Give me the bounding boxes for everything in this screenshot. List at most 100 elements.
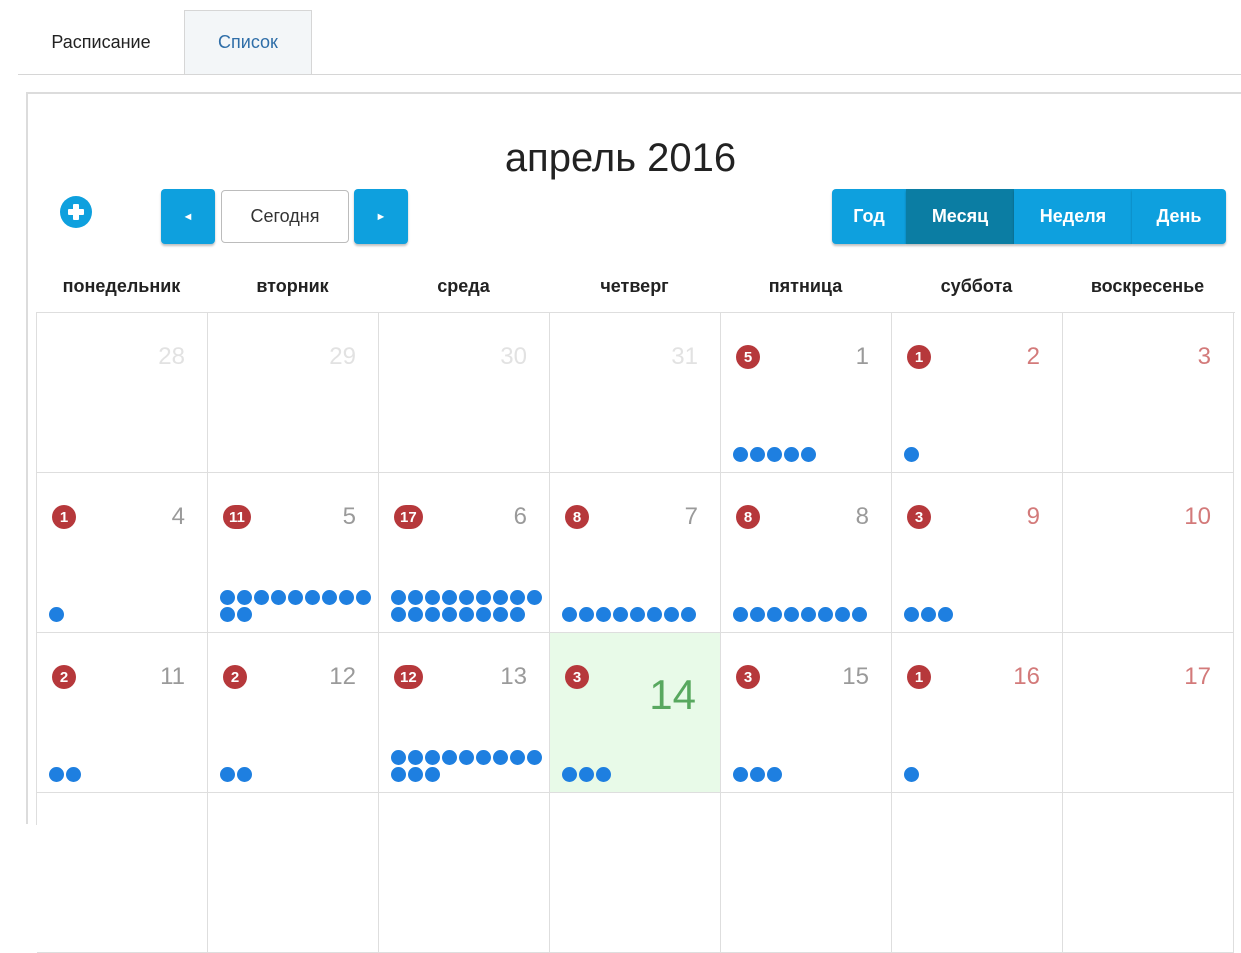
event-dot[interactable] [510, 607, 525, 622]
event-dot[interactable] [339, 590, 354, 605]
event-dot[interactable] [681, 607, 696, 622]
event-dot[interactable] [459, 750, 474, 765]
next-button[interactable]: ► [354, 189, 408, 244]
event-dot[interactable] [527, 590, 542, 605]
day-cell[interactable]: 31 [550, 313, 721, 473]
event-dot[interactable] [442, 750, 457, 765]
event-dot[interactable] [391, 607, 406, 622]
event-dot[interactable] [476, 590, 491, 605]
view-day-button[interactable]: День [1132, 189, 1226, 244]
event-count-badge[interactable]: 1 [907, 665, 931, 689]
event-dot[interactable] [596, 767, 611, 782]
event-dot[interactable] [733, 607, 748, 622]
event-dot[interactable] [510, 590, 525, 605]
event-dot[interactable] [493, 590, 508, 605]
event-dot[interactable] [254, 590, 269, 605]
view-month-button[interactable]: Месяц [906, 189, 1014, 244]
event-dot[interactable] [733, 447, 748, 462]
event-count-badge[interactable]: 17 [394, 505, 423, 529]
event-dot[interactable] [476, 750, 491, 765]
event-dot[interactable] [767, 767, 782, 782]
event-dot[interactable] [767, 447, 782, 462]
event-dot[interactable] [425, 750, 440, 765]
event-dot[interactable] [49, 767, 64, 782]
event-dot[interactable] [408, 767, 423, 782]
event-dot[interactable] [750, 447, 765, 462]
day-cell[interactable]: 21 [892, 313, 1063, 473]
event-dot[interactable] [408, 607, 423, 622]
day-cell[interactable]: 88 [721, 473, 892, 633]
event-dot[interactable] [904, 607, 919, 622]
event-dot[interactable] [510, 750, 525, 765]
event-dot[interactable] [750, 607, 765, 622]
event-dot[interactable] [784, 607, 799, 622]
event-dot[interactable] [322, 590, 337, 605]
day-cell[interactable]: 29 [208, 313, 379, 473]
event-dot[interactable] [613, 607, 628, 622]
event-dot[interactable] [562, 767, 577, 782]
event-count-badge[interactable]: 1 [907, 345, 931, 369]
day-cell[interactable]: 15 [721, 313, 892, 473]
event-dot[interactable] [664, 607, 679, 622]
event-dot[interactable] [220, 590, 235, 605]
event-dot[interactable] [476, 607, 491, 622]
event-dot[interactable] [459, 590, 474, 605]
day-cell[interactable] [1063, 793, 1234, 953]
day-cell-today[interactable]: 14 3 [550, 633, 721, 793]
day-cell[interactable] [721, 793, 892, 953]
event-dot[interactable] [818, 607, 833, 622]
event-dot[interactable] [904, 447, 919, 462]
event-dot[interactable] [493, 607, 508, 622]
event-dot[interactable] [237, 767, 252, 782]
day-cell[interactable]: 28 [37, 313, 208, 473]
day-cell[interactable]: 93 [892, 473, 1063, 633]
event-dot[interactable] [237, 607, 252, 622]
day-cell[interactable]: 11 2 [37, 633, 208, 793]
event-dot[interactable] [220, 607, 235, 622]
day-cell[interactable]: 16 1 [892, 633, 1063, 793]
day-cell[interactable]: 5 11 [208, 473, 379, 633]
event-count-badge[interactable]: 2 [52, 665, 76, 689]
event-dot[interactable] [647, 607, 662, 622]
event-dot[interactable] [459, 607, 474, 622]
event-dot[interactable] [784, 447, 799, 462]
prev-button[interactable]: ◄ [161, 189, 215, 244]
event-dot[interactable] [356, 590, 371, 605]
event-dot[interactable] [305, 590, 320, 605]
day-cell[interactable] [208, 793, 379, 953]
day-cell[interactable]: 78 [550, 473, 721, 633]
event-count-badge[interactable]: 1 [52, 505, 76, 529]
event-dot[interactable] [237, 590, 252, 605]
event-dot[interactable] [801, 607, 816, 622]
event-dot[interactable] [391, 590, 406, 605]
event-dot[interactable] [442, 590, 457, 605]
view-year-button[interactable]: Год [832, 189, 906, 244]
event-dot[interactable] [391, 750, 406, 765]
event-dot[interactable] [288, 590, 303, 605]
event-dot[interactable] [630, 607, 645, 622]
event-count-badge[interactable]: 8 [565, 505, 589, 529]
event-dot[interactable] [938, 607, 953, 622]
day-cell[interactable]: 12 2 [208, 633, 379, 793]
event-dot[interactable] [271, 590, 286, 605]
day-cell[interactable]: 3 [1063, 313, 1234, 473]
event-dot[interactable] [852, 607, 867, 622]
day-cell[interactable]: 30 [379, 313, 550, 473]
event-count-badge[interactable]: 5 [736, 345, 760, 369]
event-count-badge[interactable]: 8 [736, 505, 760, 529]
day-cell[interactable]: 10 [1063, 473, 1234, 633]
event-count-badge[interactable]: 3 [565, 665, 589, 689]
day-cell[interactable]: 13 12 [379, 633, 550, 793]
event-count-badge[interactable]: 11 [223, 505, 251, 529]
event-count-badge[interactable]: 12 [394, 665, 423, 689]
event-dot[interactable] [835, 607, 850, 622]
event-dot[interactable] [425, 590, 440, 605]
view-week-button[interactable]: Неделя [1014, 189, 1132, 244]
event-dot[interactable] [733, 767, 748, 782]
event-dot[interactable] [527, 750, 542, 765]
event-dot[interactable] [579, 607, 594, 622]
event-dot[interactable] [493, 750, 508, 765]
event-dot[interactable] [220, 767, 235, 782]
event-dot[interactable] [408, 590, 423, 605]
day-cell[interactable] [892, 793, 1063, 953]
